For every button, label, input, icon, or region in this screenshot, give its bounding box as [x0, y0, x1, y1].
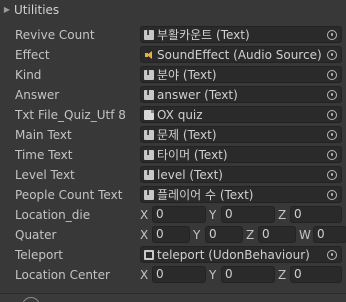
- object-picker-icon[interactable]: [327, 29, 337, 40]
- field-label: Answer: [15, 88, 60, 102]
- field-label: People Count Text: [15, 188, 123, 202]
- field-label: Kind: [15, 68, 42, 82]
- axis-label-z[interactable]: Z: [278, 208, 290, 222]
- axis-label-x[interactable]: X: [140, 208, 152, 222]
- field-row-quater: Quater X 0 Y 0 Z 0 W 0: [0, 225, 346, 245]
- axis-label-y[interactable]: Y: [209, 208, 221, 222]
- field-row-effect: Effect SoundEffect (Audio Source): [0, 45, 346, 65]
- text-icon: [144, 168, 154, 180]
- object-field-effect[interactable]: SoundEffect (Audio Source): [140, 46, 342, 63]
- field-label: Main Text: [15, 128, 72, 142]
- object-picker-icon[interactable]: [327, 89, 337, 100]
- object-field-value: answer (Text): [157, 87, 238, 102]
- y-input[interactable]: 0: [221, 266, 275, 283]
- z-input[interactable]: 0: [258, 226, 296, 243]
- object-field-level-text[interactable]: level (Text): [140, 166, 342, 183]
- object-field-revive-count[interactable]: 부활카운트 (Text): [140, 26, 342, 43]
- field-row-revive-count: Revive Count 부활카운트 (Text): [0, 25, 346, 45]
- field-label: Location Center: [15, 268, 110, 282]
- object-field-txt-file[interactable]: OX quiz: [140, 106, 342, 123]
- object-field-value: teleport (UdonBehaviour): [157, 247, 310, 262]
- text-icon: [144, 68, 154, 80]
- x-input[interactable]: 0: [152, 266, 206, 283]
- object-field-answer[interactable]: answer (Text): [140, 86, 342, 103]
- field-label: Level Text: [15, 168, 75, 182]
- axis-label-z[interactable]: Z: [278, 268, 290, 282]
- x-input[interactable]: 0: [152, 206, 206, 223]
- object-field-value: 타이머 (Text): [157, 148, 228, 162]
- vector3-field-location-die: X 0 Y 0 Z 0: [140, 206, 342, 223]
- object-picker-icon[interactable]: [327, 49, 337, 60]
- object-field-value: 부활카운트 (Text): [157, 28, 250, 42]
- axis-label-x[interactable]: X: [140, 228, 152, 242]
- object-field-time-text[interactable]: 타이머 (Text): [140, 146, 342, 163]
- object-field-value: level (Text): [157, 167, 223, 182]
- object-picker-icon[interactable]: [327, 149, 337, 160]
- field-row-location-die: Location_die X 0 Y 0 Z 0: [0, 205, 346, 225]
- field-label: Quater: [15, 228, 57, 242]
- field-row-time-text: Time Text 타이머 (Text): [0, 145, 346, 165]
- text-icon: [144, 88, 154, 100]
- y-input[interactable]: 0: [205, 226, 243, 243]
- field-row-txt-file: Txt File_Quiz_Utf 8 OX quiz: [0, 105, 346, 125]
- w-input[interactable]: 0: [313, 226, 346, 243]
- field-row-main-text: Main Text 문제 (Text): [0, 125, 346, 145]
- object-picker-icon[interactable]: [327, 189, 337, 200]
- object-field-kind[interactable]: 분야 (Text): [140, 66, 342, 83]
- object-field-people-count-text[interactable]: 플레이어 수 (Text): [140, 186, 342, 203]
- section-title: Utilities: [14, 2, 60, 17]
- inspector-fields: Revive Count 부활카운트 (Text) Effect SoundEf…: [0, 25, 346, 285]
- audio-source-icon: [144, 50, 154, 60]
- object-field-value: 플레이어 수 (Text): [157, 188, 254, 202]
- axis-label-y[interactable]: Y: [193, 228, 205, 242]
- component-icon: [22, 297, 40, 302]
- vector3-field-location-center: X 0 Y 0 Z 0: [140, 266, 342, 283]
- vector4-field-quater: X 0 Y 0 Z 0 W 0: [140, 226, 346, 243]
- z-input[interactable]: 0: [290, 206, 342, 223]
- foldout-arrow-icon[interactable]: ▶: [0, 5, 14, 14]
- object-field-value: 분야 (Text): [157, 68, 217, 82]
- script-icon: [144, 249, 154, 260]
- field-row-teleport: Teleport teleport (UdonBehaviour): [0, 245, 346, 265]
- text-icon: [144, 28, 154, 40]
- text-asset-icon: [144, 109, 154, 120]
- field-label: Time Text: [15, 148, 73, 162]
- field-row-kind: Kind 분야 (Text): [0, 65, 346, 85]
- object-picker-icon[interactable]: [327, 129, 337, 140]
- axis-label-w[interactable]: W: [299, 228, 313, 242]
- text-icon: [144, 188, 154, 200]
- field-row-location-center: Location Center X 0 Y 0 Z 0: [0, 265, 346, 285]
- field-row-answer: Answer answer (Text): [0, 85, 346, 105]
- object-field-value: 문제 (Text): [157, 128, 217, 142]
- field-label: Location_die: [15, 208, 91, 222]
- z-input[interactable]: 0: [290, 266, 342, 283]
- object-field-teleport[interactable]: teleport (UdonBehaviour): [140, 246, 342, 263]
- text-icon: [144, 128, 154, 140]
- y-input[interactable]: 0: [221, 206, 275, 223]
- object-picker-icon[interactable]: [327, 249, 337, 260]
- object-field-main-text[interactable]: 문제 (Text): [140, 126, 342, 143]
- object-picker-icon[interactable]: [327, 109, 337, 120]
- axis-label-z[interactable]: Z: [246, 228, 258, 242]
- field-label: Effect: [15, 48, 50, 62]
- object-picker-icon[interactable]: [327, 69, 337, 80]
- object-field-value: OX quiz: [157, 107, 203, 122]
- field-row-level-text: Level Text level (Text): [0, 165, 346, 185]
- text-icon: [144, 148, 154, 160]
- object-picker-icon[interactable]: [327, 169, 337, 180]
- object-field-value: SoundEffect (Audio Source): [157, 47, 322, 62]
- axis-label-x[interactable]: X: [140, 268, 152, 282]
- field-row-people-count-text: People Count Text 플레이어 수 (Text): [0, 185, 346, 205]
- field-label: Revive Count: [15, 28, 95, 42]
- field-label: Teleport: [15, 248, 63, 262]
- axis-label-y[interactable]: Y: [209, 268, 221, 282]
- field-label: Txt File_Quiz_Utf 8: [15, 108, 126, 122]
- x-input[interactable]: 0: [152, 226, 190, 243]
- utilities-foldout-header[interactable]: ▶ Utilities: [0, 0, 346, 19]
